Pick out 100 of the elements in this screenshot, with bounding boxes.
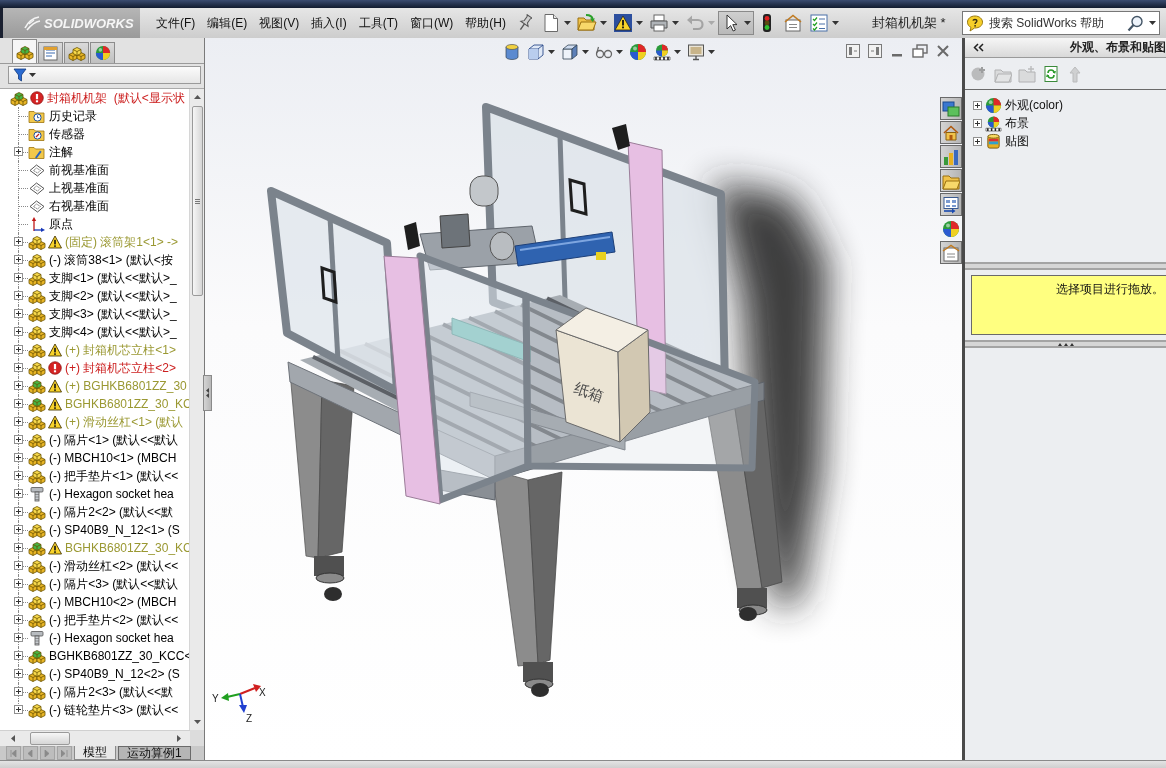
horizontal-scrollbar[interactable]	[0, 730, 190, 746]
caret-icon[interactable]	[832, 21, 839, 25]
tree-item[interactable]: (-) 滑动丝杠<2> (默认<<	[46, 558, 179, 574]
expand-toggle[interactable]	[14, 363, 23, 372]
caret-icon[interactable]	[29, 73, 36, 77]
expand-toggle[interactable]	[973, 100, 982, 110]
expand-toggle[interactable]	[14, 399, 23, 408]
house-document-icon[interactable]	[783, 13, 803, 33]
ball-floor-icon[interactable]	[653, 43, 671, 61]
expand-toggle[interactable]	[14, 543, 23, 552]
expand-toggle[interactable]	[14, 381, 23, 390]
tree-item[interactable]: 布景	[1005, 114, 1029, 132]
expand-toggle[interactable]	[14, 507, 23, 516]
caret-icon[interactable]	[672, 21, 679, 25]
task-pane-tab[interactable]	[940, 217, 962, 240]
tree-item[interactable]: (-) 链轮垫片<3> (默认<<	[46, 702, 179, 718]
caret-icon[interactable]	[744, 21, 751, 25]
caret-icon[interactable]	[616, 50, 623, 54]
close-icon[interactable]	[936, 44, 950, 58]
menu-item[interactable]: 工具(T)	[352, 12, 404, 34]
panel-tab[interactable]	[90, 42, 115, 63]
scroll-up-arrow-icon[interactable]	[193, 95, 201, 99]
tree-item[interactable]: 贴图	[1005, 132, 1029, 150]
tree-item[interactable]: (-) 滚筒38<1> (默认<按	[46, 252, 173, 268]
tree-item[interactable]: 支脚<4> (默认<<默认>_	[46, 324, 177, 340]
select-tool-button[interactable]	[718, 11, 754, 35]
color-ball-icon[interactable]	[629, 43, 647, 61]
expand-toggle[interactable]	[14, 291, 23, 300]
search-icon[interactable]	[1127, 14, 1144, 32]
tree-item[interactable]: 上视基准面	[46, 180, 109, 196]
scrollbar-thumb[interactable]	[191, 106, 203, 296]
caret-icon[interactable]	[636, 21, 643, 25]
checklist-icon[interactable]	[809, 13, 829, 33]
tree-item[interactable]: BGHKB6801ZZ_30_KCC<	[46, 648, 192, 664]
expand-toggle[interactable]	[14, 597, 23, 606]
bottom-tab[interactable]: 运动算例1	[118, 746, 191, 760]
funnel-icon[interactable]	[13, 68, 27, 82]
expand-toggle[interactable]	[14, 453, 23, 462]
scroll-left-arrow-icon[interactable]	[11, 735, 15, 742]
tree-item[interactable]: (-) 隔片<3> (默认<<默认	[46, 576, 179, 592]
task-pane-tab[interactable]	[940, 193, 962, 216]
expand-toggle[interactable]	[14, 561, 23, 570]
shaded-cube-icon[interactable]	[561, 43, 579, 61]
warning-sign-icon[interactable]	[613, 13, 633, 33]
tree-item[interactable]: 原点	[46, 216, 73, 232]
tree-item[interactable]: 外观(color)	[1005, 96, 1063, 114]
tree-item[interactable]: (-) MBCH10<1> (MBCH	[46, 450, 177, 466]
expand-toggle[interactable]	[14, 651, 23, 660]
tree-item[interactable]: 右视基准面	[46, 198, 109, 214]
expand-toggle[interactable]	[14, 489, 23, 498]
panel-tab[interactable]	[64, 42, 89, 63]
expand-toggle[interactable]	[973, 136, 982, 146]
tree-item[interactable]: (-) 把手垫片<1> (默认<<	[46, 468, 179, 484]
menu-item[interactable]: 文件(F)	[150, 12, 202, 34]
tree-item[interactable]: (-) 隔片2<2> (默认<<默	[46, 504, 174, 520]
scrollbar-thumb[interactable]	[30, 732, 70, 745]
restore-icon[interactable]	[912, 44, 928, 58]
menu-item[interactable]: 窗口(W)	[404, 12, 460, 34]
tree-item[interactable]: (-) 隔片2<3> (默认<<默	[46, 684, 174, 700]
expand-toggle[interactable]	[14, 471, 23, 480]
panel-collapse-handle[interactable]	[203, 375, 212, 411]
expand-toggle[interactable]	[14, 273, 23, 282]
tile-icon[interactable]	[846, 44, 860, 58]
tree-item[interactable]: (-) SP40B9_N_12<1> (S	[46, 522, 180, 538]
search-field[interactable]: 搜索 SolidWorks 帮助	[962, 11, 1160, 35]
expand-toggle[interactable]	[14, 255, 23, 264]
caret-icon[interactable]	[548, 50, 555, 54]
expand-toggle[interactable]	[14, 615, 23, 624]
caret-icon[interactable]	[564, 21, 571, 25]
tile-icon[interactable]	[868, 44, 882, 58]
bottom-tab[interactable]: 模型	[74, 746, 116, 760]
tree-item[interactable]: 支脚<1> (默认<<默认>_	[46, 270, 177, 286]
caret-icon[interactable]	[600, 21, 607, 25]
task-pane-tab[interactable]	[940, 145, 962, 168]
tree-item[interactable]: (-) MBCH10<2> (MBCH	[46, 594, 177, 610]
panel-tab[interactable]	[12, 39, 37, 63]
menu-item[interactable]: 编辑(E)	[201, 12, 254, 34]
caret-icon[interactable]	[582, 50, 589, 54]
caret-icon[interactable]	[708, 50, 715, 54]
vertical-scrollbar[interactable]	[189, 89, 204, 730]
monitor-icon[interactable]	[687, 43, 705, 61]
tree-item[interactable]: 前视基准面	[46, 162, 109, 178]
menu-item[interactable]: 帮助(H)	[459, 12, 512, 34]
expand-toggle[interactable]	[14, 345, 23, 354]
panel-tab[interactable]	[38, 42, 63, 63]
expand-toggle[interactable]	[973, 118, 982, 128]
cylinder-icon[interactable]	[503, 43, 521, 61]
menu-item[interactable]: 插入(I)	[305, 12, 353, 34]
scroll-down-arrow-icon[interactable]	[193, 720, 201, 724]
scroll-right-arrow-icon[interactable]	[177, 735, 181, 742]
collapse-chevrons-icon[interactable]	[973, 43, 984, 52]
expand-toggle[interactable]	[14, 147, 23, 156]
task-pane-tab[interactable]	[940, 241, 962, 264]
tree-item[interactable]: 支脚<2> (默认<<默认>_	[46, 288, 177, 304]
expand-toggle[interactable]	[14, 237, 23, 246]
menu-item[interactable]: 视图(V)	[253, 12, 306, 34]
refresh-icon[interactable]	[1042, 64, 1060, 83]
task-pane-tab[interactable]	[940, 169, 962, 192]
expand-toggle[interactable]	[14, 309, 23, 318]
task-pane-tab[interactable]	[940, 121, 962, 144]
